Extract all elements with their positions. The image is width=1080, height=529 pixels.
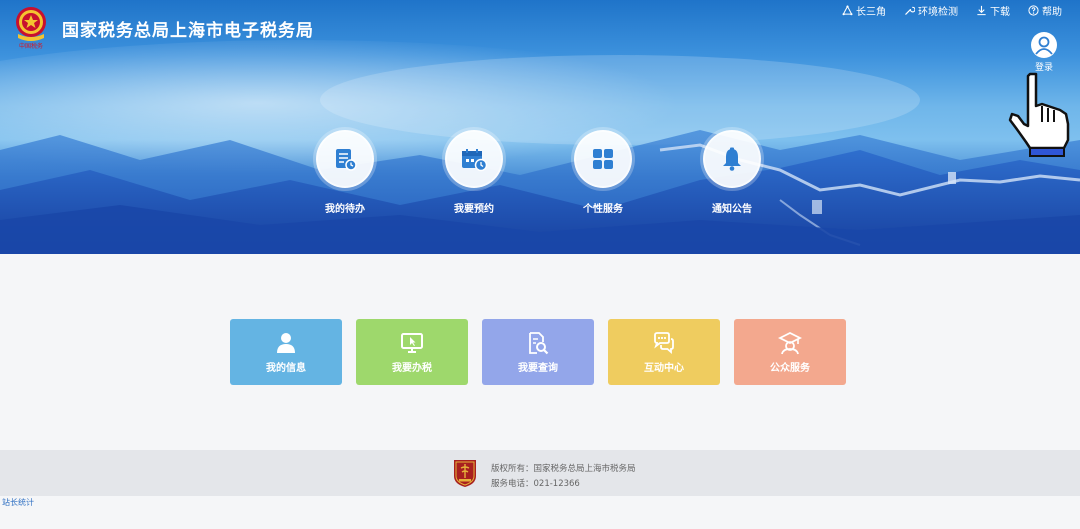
tile-query[interactable]: 我要查询 — [482, 319, 594, 385]
main-tiles: 我的信息 我要办税 我要查询 互动中心 公众服务 — [230, 319, 846, 385]
top-link-download[interactable]: 下载 — [976, 3, 1010, 18]
calendar-clock-icon — [462, 149, 488, 172]
chat-bubbles-icon — [654, 331, 674, 354]
top-link-help[interactable]: 帮助 — [1028, 3, 1062, 18]
login-button[interactable]: 登录 — [1030, 32, 1058, 73]
quick-my-todo[interactable]: 我的待办 — [305, 130, 385, 215]
top-link-env-check[interactable]: 环境检测 — [904, 3, 958, 18]
quick-circle — [703, 130, 761, 188]
bell-icon — [723, 147, 741, 171]
header-banner: 中国税务 国家税务总局上海市电子税务局 长三角 环境检测 下载 帮助 登录 我的… — [0, 0, 1080, 254]
tile-label: 我的信息 — [266, 362, 306, 374]
download-icon — [977, 5, 986, 16]
document-search-icon — [529, 331, 549, 354]
site-title: 国家税务总局上海市电子税务局 — [62, 21, 314, 41]
footer-text: 版权所有：国家税务总局上海市税务局 服务电话：021-12366 — [491, 462, 636, 492]
tax-emblem-icon: 中国税务 — [16, 7, 46, 50]
emblem-text: 中国税务 — [19, 42, 43, 50]
quick-circle — [574, 130, 632, 188]
user-avatar-icon — [1031, 32, 1057, 58]
graduate-icon — [778, 331, 802, 354]
wrench-icon — [905, 6, 915, 15]
quick-label: 个性服务 — [583, 204, 623, 215]
quick-appointment[interactable]: 我要预约 — [434, 130, 514, 215]
grid-squares-icon — [593, 149, 613, 169]
footer-copyright: 版权所有：国家税务总局上海市税务局 — [491, 464, 636, 474]
quick-label: 我的待办 — [325, 204, 365, 215]
tile-label: 我要查询 — [518, 362, 558, 374]
monitor-cursor-icon — [401, 332, 423, 353]
quick-notice[interactable]: 通知公告 — [692, 130, 772, 215]
tile-public-service[interactable]: 公众服务 — [734, 319, 846, 385]
help-circle-icon — [1028, 5, 1039, 16]
quick-circle — [445, 130, 503, 188]
todo-document-icon — [336, 149, 357, 171]
top-link-label: 环境检测 — [918, 7, 958, 18]
footer-phone: 服务电话：021-12366 — [491, 479, 580, 489]
quick-label: 通知公告 — [712, 204, 752, 215]
quick-label: 我要预约 — [454, 204, 494, 215]
tax-shield-logo-icon — [454, 460, 476, 487]
stats-link[interactable]: 站长统计 — [2, 497, 34, 508]
tile-tax-handling[interactable]: 我要办税 — [356, 319, 468, 385]
top-link-label: 下载 — [990, 7, 1010, 18]
top-links: 长三角 环境检测 下载 帮助 — [842, 3, 1062, 18]
top-link-yangtze-delta[interactable]: 长三角 — [842, 3, 886, 18]
footer: 版权所有：国家税务总局上海市税务局 服务电话：021-12366 — [0, 450, 1080, 496]
top-link-label: 帮助 — [1042, 7, 1062, 18]
quick-personal-service[interactable]: 个性服务 — [563, 130, 643, 215]
tile-my-info[interactable]: 我的信息 — [230, 319, 342, 385]
top-link-label: 长三角 — [856, 7, 886, 18]
tile-label: 我要办税 — [392, 362, 432, 374]
triangle-network-icon — [842, 5, 853, 16]
quick-circle — [316, 130, 374, 188]
tile-interaction-center[interactable]: 互动中心 — [608, 319, 720, 385]
pointer-hand-icon — [1008, 72, 1070, 157]
person-icon — [277, 332, 295, 353]
tile-label: 互动中心 — [644, 362, 684, 374]
tile-label: 公众服务 — [770, 362, 810, 374]
